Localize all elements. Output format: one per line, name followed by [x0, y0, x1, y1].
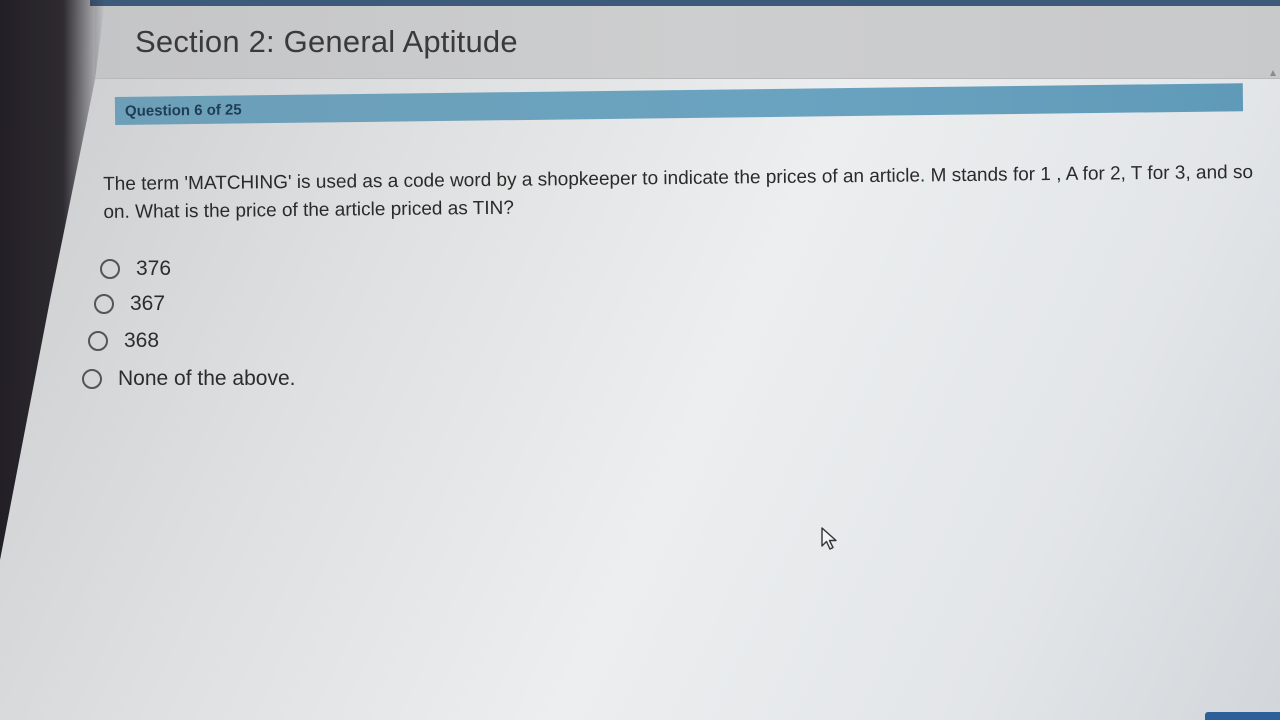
- mouse-pointer-icon: [821, 527, 837, 550]
- option-label: None of the above.: [118, 367, 296, 390]
- option-label: 376: [136, 257, 172, 280]
- question-text: The term 'MATCHING' is used as a code wo…: [103, 161, 1254, 223]
- question-header-bar: Question 6 of 25: [114, 83, 1244, 125]
- option-label: 367: [130, 292, 166, 315]
- section-header: Section 2: General Aptitude: [95, 6, 1280, 79]
- option-3[interactable]: 368: [88, 329, 159, 353]
- option-1[interactable]: 376: [100, 257, 171, 281]
- option-4[interactable]: None of the above.: [82, 367, 295, 391]
- option-label: 368: [124, 329, 160, 352]
- radio-button-icon[interactable]: [88, 331, 108, 351]
- option-2[interactable]: 367: [94, 292, 165, 316]
- question-counter: Question 6 of 25: [124, 101, 242, 120]
- question-panel: Question 6 of 25 The term 'MATCHING' is …: [82, 79, 1280, 720]
- next-button-edge[interactable]: [1205, 712, 1280, 720]
- radio-button-icon[interactable]: [82, 369, 102, 389]
- exam-screen: Section 2: General Aptitude Question 6 o…: [0, 0, 1280, 720]
- section-title: Section 2: General Aptitude: [135, 24, 518, 59]
- radio-button-icon[interactable]: [100, 259, 120, 279]
- radio-button-icon[interactable]: [94, 294, 114, 314]
